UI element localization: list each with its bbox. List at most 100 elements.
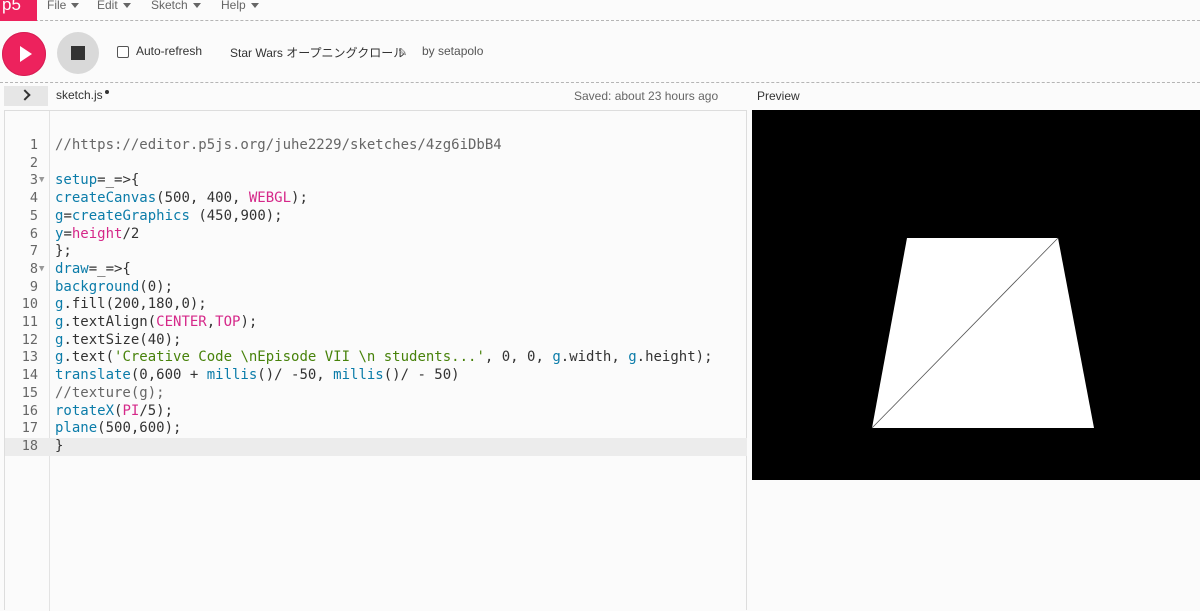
sketch-title[interactable]: Star Wars オープニングクロール [230, 44, 405, 61]
pencil-icon[interactable]: ✎ [398, 46, 407, 59]
code-text: //https://editor.p5js.org/juhe2229/sketc… [55, 137, 502, 155]
code-line[interactable]: 6 y=height/2 [5, 226, 747, 244]
code-text: createCanvas(500, 400, WEBGL); [55, 190, 308, 208]
code-line[interactable]: 16 rotateX(PI/5); [5, 403, 747, 421]
code-line[interactable]: 4 createCanvas(500, 400, WEBGL); [5, 190, 747, 208]
caret-down-icon [122, 3, 131, 8]
preview-render [871, 237, 1094, 429]
chevron-right-icon [19, 89, 31, 101]
line-number: 6 [29, 225, 38, 242]
code-line[interactable]: 2 [5, 155, 747, 173]
code-token: rotateX [55, 402, 115, 419]
plane-shape [872, 238, 1094, 428]
menu-file-label: File [47, 0, 67, 12]
code-line[interactable]: 18} [5, 437, 747, 456]
preview-label: Preview [757, 89, 800, 103]
code-line[interactable]: 8 ▼ draw=_=>{ [5, 261, 747, 279]
fold-arrow-icon[interactable]: ▼ [39, 261, 44, 279]
code-line[interactable]: 15 //texture(g); [5, 385, 747, 403]
code-token: ()/ - 50) [383, 367, 460, 384]
code-line[interactable]: 9 background(0); [5, 279, 747, 297]
menu-edit[interactable]: Edit [97, 0, 131, 11]
line-number: 7 [29, 243, 38, 260]
code-token: , [206, 314, 216, 330]
code-line[interactable]: 7}; [5, 243, 747, 261]
code-token: =_=>{ [88, 260, 131, 277]
code-text: g=createGraphics (450,900); [55, 208, 283, 226]
line-number: 3 [29, 172, 38, 189]
code-token: (500, 400, [156, 190, 249, 207]
file-tab[interactable]: sketch.js [56, 88, 103, 102]
code-text: } [55, 438, 63, 456]
line-number: 16 [21, 402, 38, 419]
stop-icon [71, 46, 85, 60]
code-text: g .text('Creative Code \nEpisode VII \n s… [55, 349, 713, 367]
code-token: createCanvas [55, 190, 157, 207]
code-line[interactable]: 5 g=createGraphics (450,900); [5, 208, 747, 226]
code-text: g.fill(200,180,0); [55, 296, 207, 314]
code-line[interactable]: 17 plane(500,600); [5, 420, 747, 438]
code-token: .textAlign( [63, 314, 157, 330]
code-token: setup [55, 172, 98, 189]
code-token: 'Creative Code \nEpisode VII \n students… [114, 349, 485, 366]
code-token: PI [122, 402, 140, 419]
code-token: //texture(g); [55, 384, 165, 401]
code-editor[interactable]: 1 //https://editor.p5js.org/juhe2229/sket… [4, 110, 747, 611]
code-token: millis [333, 367, 384, 384]
auto-refresh-label[interactable]: Auto-refresh [136, 44, 202, 58]
code-line[interactable]: 11 g.textAlign(CENTER,TOP); [5, 314, 747, 332]
code-line[interactable]: 1 //https://editor.p5js.org/juhe2229/sket… [5, 137, 747, 155]
unsaved-indicator [105, 90, 109, 94]
stop-button[interactable] [57, 32, 99, 74]
line-number: 9 [29, 278, 38, 295]
code-token: .textSize(40); [63, 331, 182, 348]
line-number: 11 [21, 314, 38, 330]
menu-help-label: Help [221, 0, 246, 12]
code-line[interactable]: 14 translate(0,600 + millis()/ -50, milli… [5, 367, 747, 385]
sidebar-toggle-button[interactable] [4, 86, 48, 106]
line-number: 4 [29, 190, 38, 207]
play-button[interactable] [2, 32, 46, 76]
code-token: .fill(200,180,0); [63, 296, 207, 313]
top-nav: p5 File Edit Sketch Help [0, 0, 1200, 21]
preview-canvas[interactable] [752, 110, 1200, 480]
code-token: /2 [122, 225, 140, 242]
auto-refresh-checkbox[interactable] [117, 46, 129, 58]
code-text: translate(0,600 + millis()/ -50, millis(… [55, 367, 460, 385]
play-icon [20, 46, 32, 62]
code-token: TOP [215, 314, 241, 330]
code-token: g [552, 349, 561, 366]
code-token: ()/ -50, [257, 367, 334, 384]
code-token: draw [55, 260, 89, 277]
code-line[interactable]: 12 g.textSize(40); [5, 332, 747, 350]
line-number: 18 [21, 437, 38, 454]
code-token: .width, [560, 349, 629, 366]
menu-sketch-label: Sketch [151, 0, 188, 12]
p5-logo[interactable]: p5 [0, 0, 37, 21]
code-line[interactable]: 3 ▼ setup=_=>{ [5, 172, 747, 190]
code-token: CENTER [156, 314, 207, 330]
menu-help[interactable]: Help [221, 0, 259, 12]
code-text: rotateX(PI/5); [55, 403, 173, 421]
line-number: 13 [21, 349, 38, 366]
code-text: g.textAlign(CENTER,TOP); [55, 314, 257, 332]
code-token: ); [291, 190, 308, 207]
sketch-author[interactable]: by setapolo [422, 44, 483, 58]
menu-file[interactable]: File [47, 0, 80, 12]
menu-sketch[interactable]: Sketch [151, 0, 201, 12]
line-number: 8 [29, 260, 38, 277]
line-number: 15 [21, 384, 38, 401]
toolbar: Auto-refresh Star Wars オープニングクロール ✎ by s… [0, 22, 1200, 83]
code-token: ); [240, 314, 258, 330]
code-line[interactable]: 13 g .text('Creative Code \nEpisode VII \n… [5, 349, 747, 367]
code-text: g.textSize(40); [55, 332, 181, 350]
code-text: }; [55, 243, 72, 261]
code-token: (0); [139, 278, 174, 295]
code-token: (450,900); [189, 207, 283, 224]
code-token: = [63, 225, 72, 242]
code-text: setup=_=>{ [55, 172, 139, 190]
fold-arrow-icon[interactable]: ▼ [39, 172, 44, 190]
line-number: 5 [29, 207, 38, 224]
code-line[interactable]: 10 g.fill(200,180,0); [5, 296, 747, 314]
saved-status: Saved: about 23 hours ago [574, 89, 719, 103]
